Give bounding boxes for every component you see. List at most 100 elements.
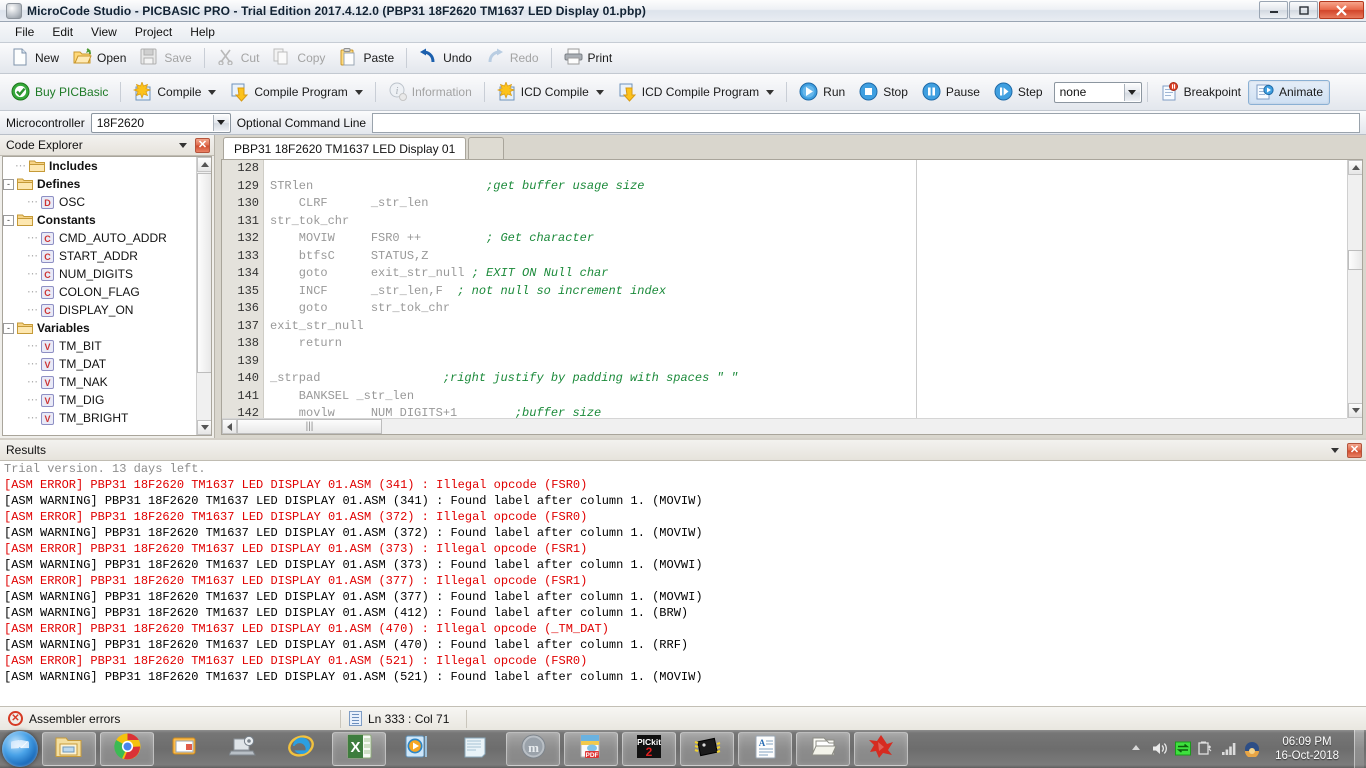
taskbar-item-pdf-reader[interactable]: PDF: [564, 732, 618, 766]
code-line[interactable]: 137exit_str_null: [222, 318, 1347, 336]
code-line[interactable]: 139: [222, 353, 1347, 371]
show-desktop-button[interactable]: [1354, 730, 1364, 768]
icd-compile-button[interactable]: ICD Compile: [490, 80, 611, 105]
new-button[interactable]: New: [4, 46, 66, 71]
taskbar-item-laptop-settings[interactable]: [216, 732, 270, 766]
menu-file[interactable]: File: [6, 23, 43, 41]
menu-project[interactable]: Project: [126, 23, 181, 41]
pause-button[interactable]: Pause: [915, 80, 987, 105]
tree-node[interactable]: ⋯VTM_BRIGHT: [3, 409, 211, 427]
close-button[interactable]: [1319, 1, 1364, 19]
code-explorer-tree[interactable]: ⋯Includes-Defines⋯DOSC-Constants⋯CCMD_AU…: [2, 156, 212, 436]
scroll-down-arrow[interactable]: [1348, 403, 1363, 418]
tab-pbp31-led-display[interactable]: PBP31 18F2620 TM1637 LED Display 01: [223, 137, 466, 159]
code-line[interactable]: 131str_tok_chr: [222, 213, 1347, 231]
code-line[interactable]: 140_strpad ;right justify by padding wit…: [222, 370, 1347, 388]
copy-button[interactable]: Copy: [266, 46, 332, 71]
open-button[interactable]: Open: [66, 46, 133, 71]
paste-button[interactable]: Paste: [332, 46, 401, 71]
tree-node[interactable]: -Defines: [3, 175, 211, 193]
tree-expander-icon[interactable]: -: [3, 323, 14, 334]
code-line[interactable]: 142 movlw NUM DIGITS+1 ;buffer size: [222, 405, 1347, 418]
chevron-down-icon[interactable]: [1124, 84, 1140, 101]
tree-node[interactable]: ⋯CDISPLAY_ON: [3, 301, 211, 319]
scroll-left-arrow[interactable]: [222, 419, 237, 434]
tree-node[interactable]: ⋯VTM_DIG: [3, 391, 211, 409]
code-editor[interactable]: 128129STRlen ;get buffer usage size130 C…: [221, 159, 1363, 435]
redo-button[interactable]: Redo: [479, 46, 546, 71]
tree-node[interactable]: ⋯CNUM_DIGITS: [3, 265, 211, 283]
code-line[interactable]: 141 BANKSEL _str_len: [222, 388, 1347, 406]
results-line[interactable]: [ASM WARNING] PBP31 18F2620 TM1637 LED D…: [0, 589, 1366, 605]
taskbar-item-inkscape[interactable]: [854, 732, 908, 766]
editor-horizontal-scrollbar[interactable]: |||: [222, 418, 1347, 434]
network-icon[interactable]: [1175, 741, 1191, 757]
speaker-icon[interactable]: [1152, 741, 1168, 757]
save-button[interactable]: Save: [133, 46, 198, 71]
taskbar-item-wordpad[interactable]: A: [738, 732, 792, 766]
information-button[interactable]: i Information: [381, 80, 479, 105]
results-line[interactable]: [ASM ERROR] PBP31 18F2620 TM1637 LED DIS…: [0, 653, 1366, 669]
tree-node[interactable]: ⋯CCMD_AUTO_ADDR: [3, 229, 211, 247]
taskbar-clock[interactable]: 06:09 PM 16-Oct-2018: [1267, 735, 1347, 763]
close-explorer-icon[interactable]: ✕: [195, 138, 210, 153]
scroll-thumb[interactable]: [197, 173, 212, 373]
tab-overflow[interactable]: [468, 137, 504, 159]
taskbar-item-windows-explorer[interactable]: [42, 732, 96, 766]
scroll-down-arrow[interactable]: [197, 420, 212, 435]
results-line[interactable]: [ASM ERROR] PBP31 18F2620 TM1637 LED DIS…: [0, 541, 1366, 557]
cut-button[interactable]: Cut: [210, 46, 267, 71]
chevron-up-icon[interactable]: [1129, 741, 1145, 757]
stop-button[interactable]: Stop: [852, 80, 915, 105]
chevron-down-icon[interactable]: [213, 115, 229, 131]
code-line[interactable]: 136 goto str_tok_chr: [222, 300, 1347, 318]
buy-picbasic-button[interactable]: Buy PICBasic: [4, 80, 115, 105]
code-line[interactable]: 138 return: [222, 335, 1347, 353]
code-line[interactable]: 134 goto exit_str_null ; EXIT ON Null ch…: [222, 265, 1347, 283]
results-line[interactable]: [ASM WARNING] PBP31 18F2620 TM1637 LED D…: [0, 525, 1366, 541]
explorer-scrollbar[interactable]: [196, 157, 211, 435]
undo-button[interactable]: Undo: [412, 46, 479, 71]
taskbar-item-internet-explorer[interactable]: [274, 732, 328, 766]
code-line[interactable]: 128: [222, 160, 1347, 178]
editor-vertical-scrollbar[interactable]: [1347, 160, 1362, 418]
code-line[interactable]: 129STRlen ;get buffer usage size: [222, 178, 1347, 196]
results-output[interactable]: Trial version. 13 days left.[ASM ERROR] …: [0, 461, 1366, 706]
taskbar-item-microchip[interactable]: [680, 732, 734, 766]
breakpoint-button[interactable]: Breakpoint: [1153, 80, 1248, 105]
icd-compile-program-button[interactable]: ICD Compile Program: [611, 80, 781, 105]
tree-node[interactable]: ⋯Includes: [3, 157, 211, 175]
tree-node[interactable]: ⋯VTM_BIT: [3, 337, 211, 355]
tree-node[interactable]: ⋯VTM_DAT: [3, 355, 211, 373]
microcontroller-select[interactable]: 18F2620: [91, 113, 231, 133]
code-line[interactable]: 133 btfsC STATUS,Z: [222, 248, 1347, 266]
results-line[interactable]: [ASM WARNING] PBP31 18F2620 TM1637 LED D…: [0, 669, 1366, 685]
results-line[interactable]: [ASM ERROR] PBP31 18F2620 TM1637 LED DIS…: [0, 477, 1366, 493]
run-button[interactable]: Run: [792, 80, 852, 105]
compile-button[interactable]: Compile: [126, 80, 223, 105]
signal-bars-icon[interactable]: [1221, 741, 1237, 757]
taskbar-item-notepad[interactable]: [448, 732, 502, 766]
chevron-down-icon[interactable]: [355, 90, 363, 95]
results-line[interactable]: [ASM WARNING] PBP31 18F2620 TM1637 LED D…: [0, 493, 1366, 509]
tree-expander-icon[interactable]: -: [3, 215, 14, 226]
scroll-thumb[interactable]: |||: [237, 419, 382, 434]
taskbar-item-folder-stack[interactable]: [796, 732, 850, 766]
taskbar-item-media-player[interactable]: [390, 732, 444, 766]
code-line[interactable]: 130 CLRF _str_len: [222, 195, 1347, 213]
animate-button[interactable]: Animate: [1248, 80, 1330, 105]
optional-command-line-input[interactable]: [372, 113, 1360, 133]
panel-menu-chevron-icon[interactable]: [179, 143, 187, 148]
system-menu-icon[interactable]: [6, 3, 22, 19]
menu-view[interactable]: View: [82, 23, 126, 41]
taskbar-item-microsoft-excel[interactable]: X: [332, 732, 386, 766]
scroll-up-arrow[interactable]: [197, 157, 212, 172]
taskbar-item-windows-live-mail[interactable]: [158, 732, 212, 766]
tree-expander-icon[interactable]: -: [3, 179, 14, 190]
results-line[interactable]: [ASM WARNING] PBP31 18F2620 TM1637 LED D…: [0, 605, 1366, 621]
code-line[interactable]: 132 MOVIW FSR0 ++ ; Get character: [222, 230, 1347, 248]
menu-help[interactable]: Help: [181, 23, 224, 41]
code-viewport[interactable]: 128129STRlen ;get buffer usage size130 C…: [222, 160, 1347, 418]
tree-node[interactable]: ⋯CSTART_ADDR: [3, 247, 211, 265]
taskbar-item-google-chrome[interactable]: [100, 732, 154, 766]
